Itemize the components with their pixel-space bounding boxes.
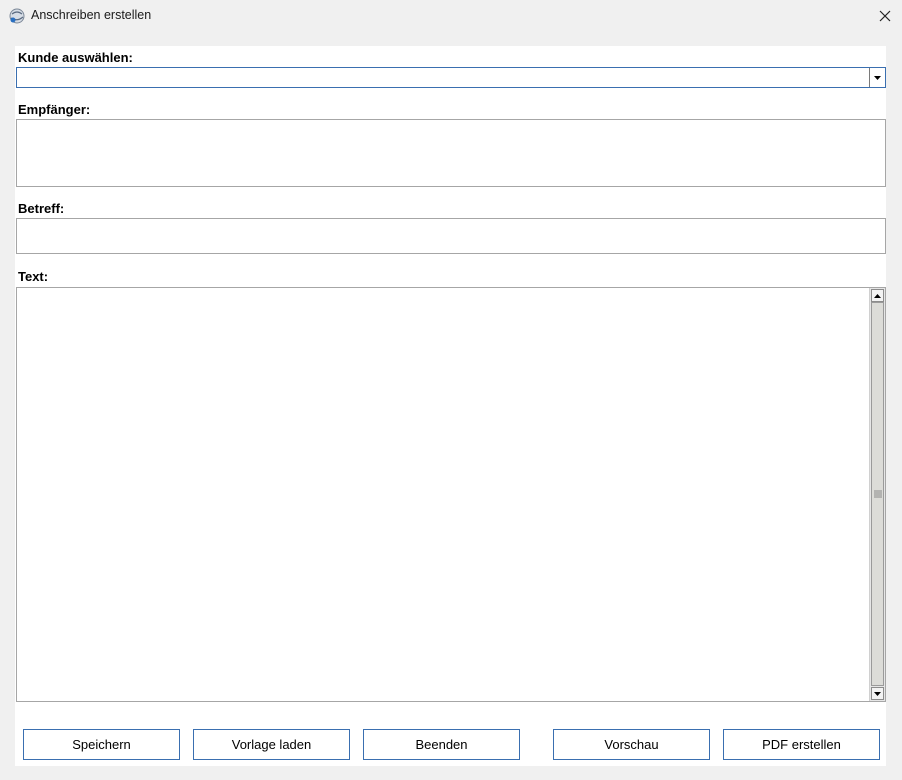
recipient-label: Empfänger: (18, 102, 91, 117)
app-globe-icon (9, 8, 25, 24)
save-button[interactable]: Speichern (23, 729, 180, 760)
grip-icon (874, 490, 882, 498)
quit-button[interactable]: Beenden (363, 729, 520, 760)
load-template-button[interactable]: Vorlage laden (193, 729, 350, 760)
customer-select[interactable] (16, 67, 886, 88)
text-area[interactable] (16, 287, 886, 702)
chevron-down-icon (874, 75, 881, 80)
title-bar: Anschreiben erstellen (0, 0, 902, 32)
customer-label: Kunde auswählen: (18, 50, 133, 65)
vertical-scrollbar[interactable] (869, 288, 885, 701)
recipient-field[interactable] (16, 119, 886, 187)
subject-field[interactable] (16, 218, 886, 254)
scrollbar-thumb[interactable] (871, 302, 884, 686)
close-button[interactable] (868, 0, 902, 32)
preview-button[interactable]: Vorschau (553, 729, 710, 760)
close-icon (879, 10, 891, 22)
create-pdf-button[interactable]: PDF erstellen (723, 729, 880, 760)
customer-dropdown-button[interactable] (869, 68, 885, 87)
arrow-up-icon (874, 293, 881, 298)
subject-label: Betreff: (18, 201, 65, 216)
scroll-up-button[interactable] (871, 289, 884, 302)
window-title: Anschreiben erstellen (31, 8, 152, 22)
scroll-down-button[interactable] (871, 687, 884, 700)
text-label: Text: (18, 269, 49, 284)
arrow-down-icon (874, 691, 881, 696)
